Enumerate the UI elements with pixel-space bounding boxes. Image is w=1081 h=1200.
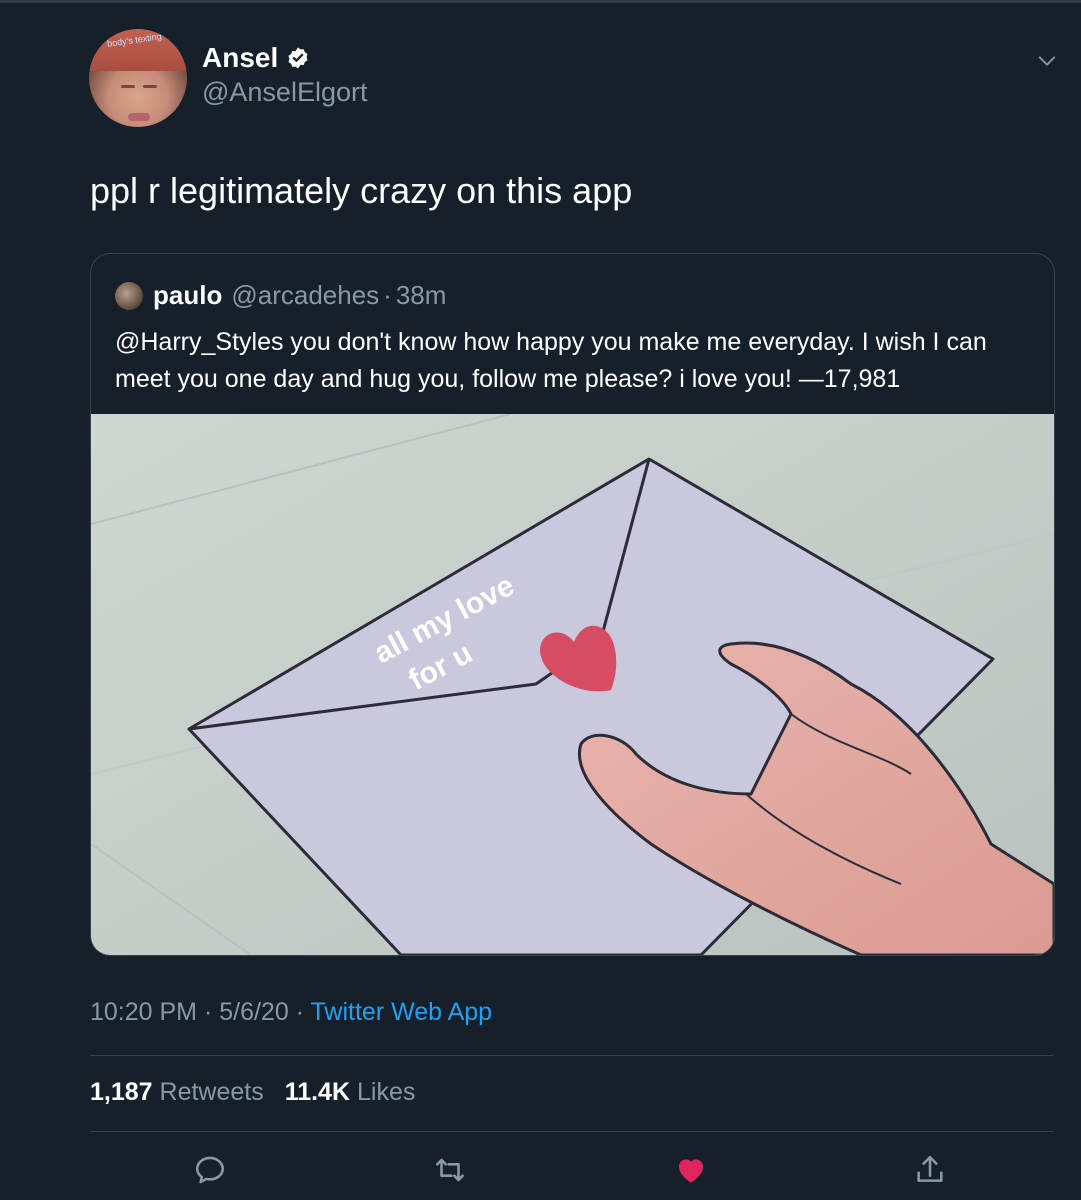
quoted-separator: · <box>383 280 392 310</box>
author-name-row: Ansel <box>202 42 310 74</box>
top-border <box>0 0 1081 3</box>
retweets-label[interactable]: Retweets <box>160 1078 264 1106</box>
quoted-author-avatar[interactable] <box>115 281 143 310</box>
author-handle[interactable]: @AnselElgort <box>202 77 367 108</box>
heart-icon[interactable] <box>674 1153 708 1187</box>
reply-icon[interactable] <box>193 1153 227 1187</box>
quoted-tweet-header: paulo @arcadehes · 38m <box>115 280 446 311</box>
quoted-timestamp: 38m <box>395 280 447 310</box>
chevron-down-icon[interactable] <box>1036 50 1058 72</box>
avatar-eye-right <box>143 85 157 88</box>
author-avatar[interactable]: body's texting <box>89 29 187 127</box>
likes-label[interactable]: Likes <box>357 1078 415 1106</box>
likes-count[interactable]: 11.4K <box>285 1078 350 1106</box>
quoted-author-handle[interactable]: @arcadehes <box>231 280 379 311</box>
quoted-tweet-text: @Harry_Styles you don't know how happy y… <box>115 328 987 393</box>
tweet-source-link[interactable]: Twitter Web App <box>311 998 493 1026</box>
tweet-stats: 1,187 Retweets 11.4K Likes <box>90 1078 415 1107</box>
tweet-metadata: 10:20 PM · 5/6/20 · Twitter Web App <box>90 998 492 1027</box>
quoted-tweet-card[interactable]: paulo @arcadehes · 38m @Harry_Styles you… <box>90 253 1055 956</box>
tweet-date[interactable]: 5/6/20 <box>219 998 289 1026</box>
author-display-name[interactable]: Ansel <box>202 42 278 74</box>
divider <box>90 1131 1053 1132</box>
divider <box>90 1055 1053 1056</box>
tweet-text: ppl r legitimately crazy on this app <box>90 170 633 211</box>
meta-separator: · <box>197 998 220 1026</box>
retweets-count[interactable]: 1,187 <box>90 1078 153 1106</box>
quoted-tweet-image[interactable]: all my love for u <box>91 414 1054 955</box>
verified-badge-icon <box>288 47 308 69</box>
retweet-icon[interactable] <box>433 1153 467 1187</box>
avatar-eye-left <box>121 85 135 88</box>
avatar-mouth <box>128 113 150 121</box>
tweet-time[interactable]: 10:20 PM <box>90 998 197 1026</box>
quoted-author-name[interactable]: paulo <box>153 280 222 311</box>
meta-separator: · <box>288 998 311 1026</box>
share-icon[interactable] <box>913 1153 947 1187</box>
